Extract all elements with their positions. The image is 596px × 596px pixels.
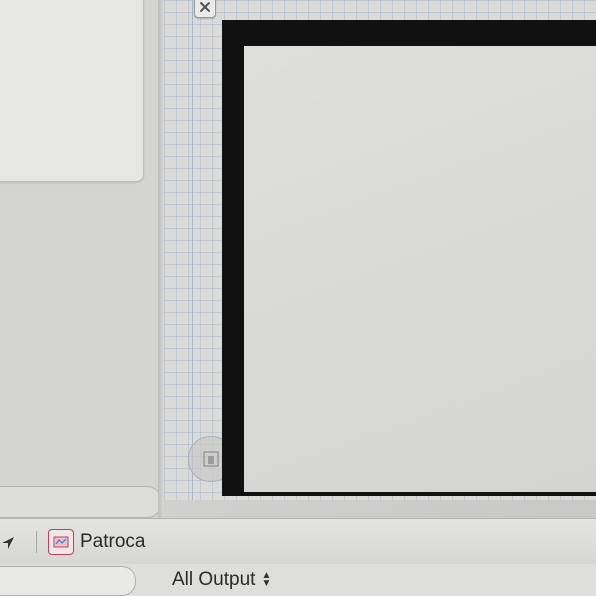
zoom-icon bbox=[203, 451, 219, 467]
toolbar-separator bbox=[36, 531, 37, 553]
scheme-icon bbox=[48, 529, 74, 555]
left-filter-field[interactable] bbox=[0, 486, 162, 518]
close-button[interactable] bbox=[194, 0, 216, 18]
chevron-updown-icon: ▲ ▼ bbox=[261, 570, 272, 589]
view-controller-screen[interactable] bbox=[244, 46, 596, 492]
app-window: Patroca All Output ▲ ▼ bbox=[0, 0, 596, 596]
canvas-guide-line bbox=[192, 0, 193, 500]
output-bar: All Output ▲ ▼ bbox=[0, 564, 596, 596]
scheme-label: Patroca bbox=[80, 531, 146, 552]
output-filter-field[interactable] bbox=[0, 566, 136, 596]
scheme-selector[interactable]: Patroca bbox=[48, 529, 145, 555]
output-selector-label: All Output bbox=[172, 569, 256, 590]
left-panel bbox=[0, 0, 158, 492]
arrow-icon[interactable] bbox=[0, 535, 16, 551]
debug-toolbar: Patroca bbox=[0, 518, 596, 566]
close-icon bbox=[200, 2, 210, 12]
navigator-card[interactable] bbox=[0, 0, 144, 182]
output-selector[interactable]: All Output ▲ ▼ bbox=[172, 569, 271, 591]
